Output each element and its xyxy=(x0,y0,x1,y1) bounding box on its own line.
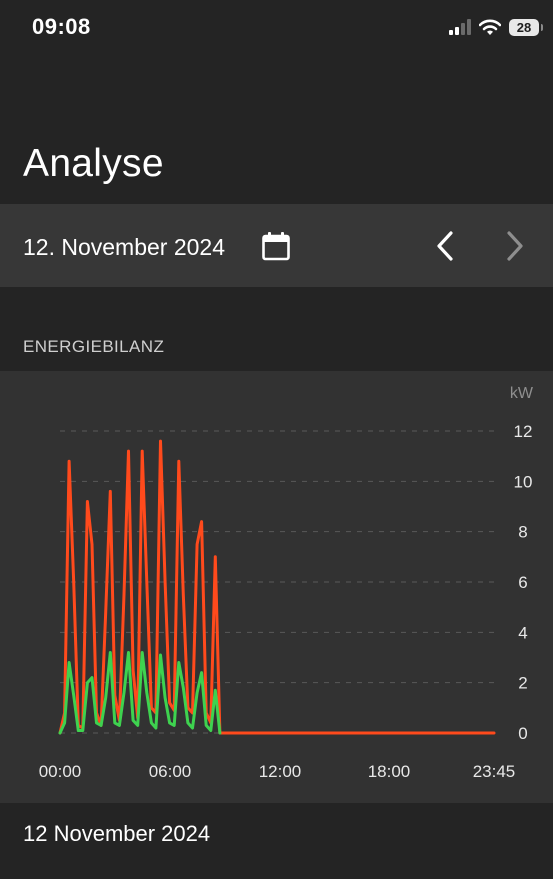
x-tick-label: 00:00 xyxy=(39,762,82,781)
page-title: Analyse xyxy=(23,142,164,185)
chart-svg: kW 0 2 4 6 8 10 12 00:00 06:00 12:00 18:00 23:45 xyxy=(39,385,534,781)
x-tick-label: 18:00 xyxy=(368,762,411,781)
section-title: ENERGIEBILANZ xyxy=(23,337,165,356)
battery-level: 28 xyxy=(516,19,532,35)
status-bar: 09:08 28 xyxy=(0,0,553,54)
battery-icon: 28 xyxy=(509,18,543,36)
date-navigation: 12. November 2024 xyxy=(0,204,553,287)
y-tick-label: 6 xyxy=(518,573,527,592)
status-time: 09:08 xyxy=(32,14,91,39)
y-unit-label: kW xyxy=(510,385,534,402)
previous-day-button[interactable] xyxy=(428,226,462,266)
next-day-button[interactable] xyxy=(498,226,532,266)
y-tick-label: 8 xyxy=(518,523,527,542)
x-tick-label: 06:00 xyxy=(149,762,192,781)
calendar-icon[interactable] xyxy=(262,231,290,261)
y-tick-label: 2 xyxy=(518,674,527,693)
energy-chart: kW 0 2 4 6 8 10 12 00:00 06:00 12:00 18:00 23:45 xyxy=(0,371,553,803)
signal-icon xyxy=(449,19,471,35)
selected-date[interactable]: 12. November 2024 xyxy=(23,234,225,261)
chevron-left-icon xyxy=(437,231,453,261)
y-tick-label: 0 xyxy=(518,724,527,743)
wifi-icon xyxy=(479,19,501,35)
y-tick-label: 4 xyxy=(518,623,527,642)
y-tick-label: 12 xyxy=(514,422,533,441)
x-tick-label: 12:00 xyxy=(259,762,302,781)
y-tick-label: 10 xyxy=(514,472,533,491)
footer-date: 12 November 2024 xyxy=(23,821,211,846)
x-tick-label: 23:45 xyxy=(473,762,516,781)
status-icons: 28 xyxy=(449,16,543,38)
chevron-right-icon xyxy=(507,231,523,261)
